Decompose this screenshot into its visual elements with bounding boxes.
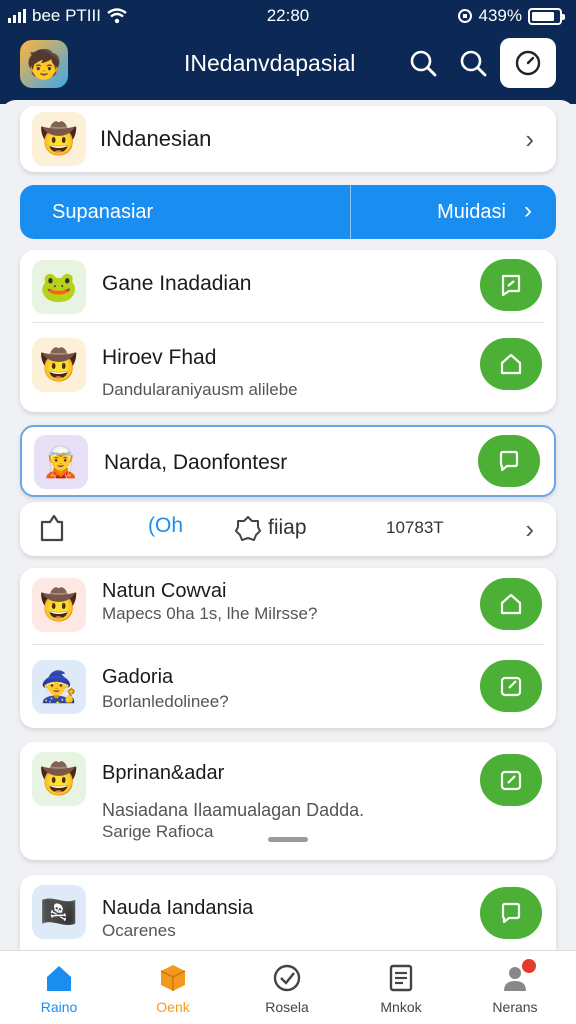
list-item-subtitle: Borlanledolinee? — [102, 692, 229, 711]
navigation-bar: 🧒 INedanvdapasial — [0, 38, 576, 92]
highlighted-card[interactable]: 🧝 Narda, Daonfontesr — [20, 425, 556, 497]
avatar: 🤠 — [32, 578, 86, 632]
open-button[interactable] — [478, 435, 540, 487]
bottom-tab-bar: Raino Oenk Rosela Mnkok Nerans — [0, 950, 576, 1024]
segment-left-button[interactable]: Supanasiar — [52, 201, 153, 224]
home-outline-icon — [500, 593, 522, 615]
filter-bar: (Oh fiiap 10783T › — [20, 502, 556, 556]
top-card[interactable]: 🤠 INdanesian › — [20, 106, 556, 172]
avatar: 🤠 — [32, 112, 86, 166]
segment-right-button[interactable]: Muidasi — [437, 201, 506, 224]
avatar: 🧝 — [34, 435, 88, 489]
tab-home[interactable]: Raino — [14, 961, 104, 1015]
tab-label: Mnkok — [380, 999, 422, 1015]
profile-icon — [470, 959, 560, 995]
tab-rosela[interactable]: Rosela — [242, 961, 332, 1015]
segment-divider — [350, 185, 351, 239]
tab-label: Rosela — [265, 999, 309, 1015]
open-button[interactable] — [480, 887, 542, 939]
notification-badge — [522, 959, 536, 973]
check-shield-icon — [242, 961, 332, 995]
edit-icon — [500, 770, 522, 791]
filter-tab-active[interactable]: (Oh — [148, 514, 183, 538]
document-icon — [356, 961, 446, 995]
search-icon-secondary[interactable] — [456, 46, 490, 80]
tab-mnkok[interactable]: Mnkok — [356, 961, 446, 1015]
tab-box[interactable]: Oenk — [128, 961, 218, 1015]
avatar: 🏴‍☠️ — [32, 885, 86, 939]
page-title: INedanvdapasial — [184, 50, 356, 76]
timer-button[interactable] — [500, 38, 556, 88]
chevron-right-icon[interactable]: › — [525, 514, 534, 545]
game-list-card: 🐸 Gane Inadadian 🤠 Hiroev Fhad Dandulara… — [20, 250, 556, 412]
badge-icon — [235, 516, 261, 541]
avatar: 🐸 — [32, 260, 86, 314]
open-button[interactable] — [480, 754, 542, 806]
search-icon[interactable] — [406, 46, 440, 80]
open-button[interactable] — [480, 578, 542, 630]
filter-tab-label: fiiap — [268, 516, 307, 539]
clock-icon — [515, 50, 541, 76]
list-item-subtitle: Mapecs 0ha 1s, lhe Milrsse? — [102, 604, 318, 623]
tab-label: Raino — [40, 999, 78, 1015]
flag-icon — [501, 274, 521, 297]
share-icon[interactable] — [36, 512, 68, 544]
open-button[interactable] — [480, 660, 542, 712]
list-item-subtitle: Ocarenes — [102, 921, 176, 940]
edit-icon — [500, 676, 522, 697]
chevron-right-icon: › — [524, 197, 532, 224]
tab-profile[interactable]: Nerans — [470, 959, 560, 1015]
app-logo[interactable]: 🧒 — [20, 40, 68, 88]
top-card-title: INdanesian — [100, 126, 212, 151]
battery-percent: 439% — [478, 6, 522, 25]
divider — [32, 644, 544, 645]
list-item-title: Natun Cowvai — [102, 580, 227, 602]
list-item-subtitle: Sarige Rafioca — [102, 822, 214, 841]
game-card-3[interactable]: 🤠 Bprinan&adar Nasiadana Ilaamualagan Da… — [20, 742, 556, 860]
battery-icon — [528, 7, 565, 25]
open-button[interactable] — [480, 338, 542, 390]
segment-bar: Supanasiar Muidasi › — [20, 185, 556, 239]
top-header: bee PTIII 22:80 439% 🧒 INedanvdapasial — [0, 0, 576, 104]
chat-bubble-icon — [501, 902, 521, 924]
avatar: 🤠 — [32, 338, 86, 392]
list-item-title: Gane Inadadian — [102, 272, 252, 295]
tab-label: Nerans — [492, 999, 538, 1015]
chevron-right-icon: › — [525, 124, 534, 154]
tab-label: Oenk — [156, 999, 190, 1015]
box-icon — [128, 961, 218, 995]
avatar: 🧙 — [32, 660, 86, 714]
list-item-subtitle: Dandularaniyausm alilebe — [102, 380, 298, 399]
open-button[interactable] — [480, 259, 542, 311]
list-item-title: Hiroev Fhad — [102, 346, 217, 369]
home-outline-icon — [500, 353, 522, 375]
status-right: 439% — [457, 6, 565, 26]
list-item-title: Nauda Iandansia — [102, 897, 254, 919]
filter-count: 10783T — [386, 518, 444, 537]
list-item-title: Bprinan&adar — [102, 762, 225, 784]
home-icon — [14, 961, 104, 995]
battery-fill — [532, 11, 555, 21]
rotation-lock-icon — [457, 9, 472, 23]
chat-bubble-icon — [499, 450, 519, 472]
list-item-description: Nasiadana Ilaamualagan Dadda. — [102, 800, 365, 820]
avatar: 🤠 — [32, 752, 86, 806]
list-item-title: Gadoria — [102, 666, 174, 688]
divider — [32, 322, 544, 323]
list-item-title: Narda, Daonfontesr — [104, 451, 288, 474]
filter-tab[interactable]: fiiap — [234, 514, 307, 542]
status-bar: bee PTIII 22:80 439% — [0, 6, 576, 28]
game-list-card-2: 🤠 Natun Cowvai Mapecs 0ha 1s, lhe Milrss… — [20, 568, 556, 728]
drag-handle[interactable] — [268, 837, 308, 842]
